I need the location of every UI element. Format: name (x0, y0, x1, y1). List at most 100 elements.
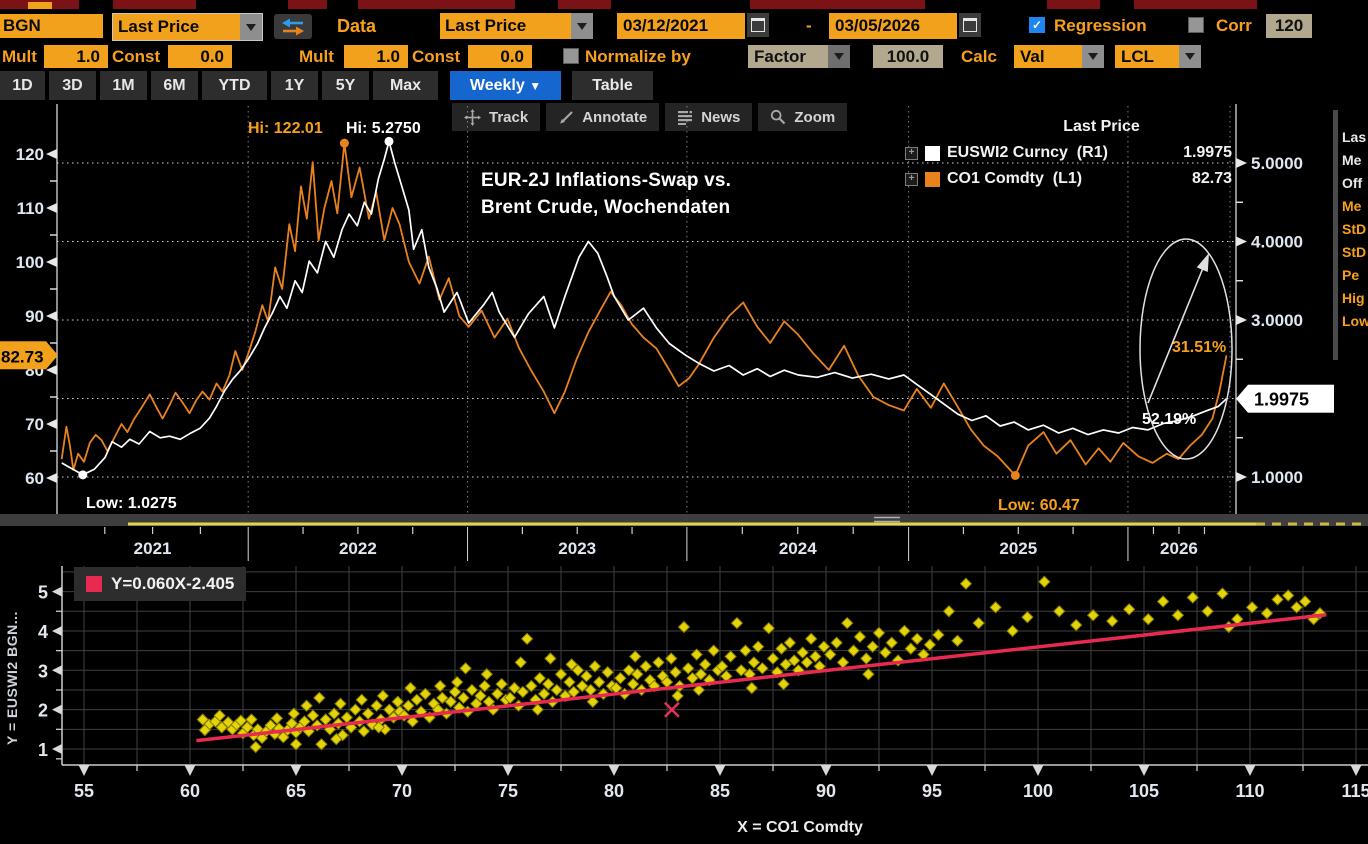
const2-label: Const (412, 47, 461, 66)
regression-scatter-chart[interactable]: 1234555 60 65 70 75 80 85 90 95 100 105 110 115X = C… (0, 562, 1368, 844)
chevron-down-icon: ▼ (529, 78, 542, 93)
low-marker-orange (1010, 470, 1020, 480)
regression-checkbox[interactable]: ✓ (1029, 17, 1045, 33)
scatter-y-label: 1 (38, 740, 48, 760)
date-to-field[interactable]: 03/05/2026 (829, 13, 957, 39)
right-tick-label: 5.0000 (1251, 154, 1303, 173)
low-annotation-white: Low: 1.0275 (86, 495, 177, 512)
tab-5y[interactable]: 5Y (322, 71, 369, 100)
date-range-dash: - (806, 16, 812, 35)
scatter-point (707, 644, 720, 657)
normalize-label: Normalize by (585, 47, 691, 66)
arrow-annotation[interactable] (1147, 267, 1204, 404)
left-tick-label: 120 (16, 145, 44, 164)
tab-1d[interactable]: 1D (0, 71, 45, 100)
stat-label: Me (1342, 152, 1362, 168)
right-tick-label: 4.0000 (1251, 233, 1303, 252)
expand-icon[interactable]: + (905, 172, 918, 186)
scatter-x-label: 80 (604, 781, 624, 801)
scatter-point (450, 675, 464, 689)
scatter-x-label: 70 (392, 781, 412, 801)
corr-checkbox[interactable] (1188, 17, 1204, 33)
chevron-down-icon[interactable] (240, 14, 262, 40)
mult1-field[interactable]: 1.0 (44, 45, 108, 68)
tab-1m[interactable]: 1M (100, 71, 147, 100)
stat-label: Low (1342, 313, 1368, 329)
right-axis-tag-arrow (1236, 384, 1248, 413)
scatter-y-label: 3 (38, 661, 48, 681)
factor-value-field[interactable]: 100.0 (873, 45, 943, 68)
tab-ytd[interactable]: YTD (202, 71, 267, 100)
date-from-field[interactable]: 03/12/2021 (617, 13, 745, 39)
left-tick-arrow (46, 257, 57, 267)
normalize-factor-select[interactable]: Factor (748, 45, 850, 68)
left-tick-arrow (46, 419, 57, 429)
tab-weekly-active[interactable]: Weekly ▼ (450, 71, 561, 100)
scatter-y-label: 5 (38, 583, 48, 603)
tab-6m[interactable]: 6M (151, 71, 198, 100)
scatter-point (404, 681, 417, 695)
scatter-x-tick (78, 765, 90, 776)
scatter-point (910, 632, 924, 646)
normalize-checkbox[interactable] (563, 48, 579, 64)
price-type-select-2[interactable]: Last Price (440, 13, 593, 39)
const1-field[interactable]: 0.0 (168, 45, 232, 68)
scatter-point (533, 671, 547, 685)
price-type-select-1[interactable]: Last Price (112, 13, 263, 41)
security-toolbar: BGN Last Price Data Last Price 03/12/202… (0, 9, 1368, 43)
calendar-icon[interactable] (747, 13, 769, 37)
corr-window-field[interactable]: 120 (1266, 14, 1312, 38)
top-strip-marker (28, 2, 52, 9)
scatter-point (514, 656, 527, 669)
series-last-value: 1.9975 (1183, 144, 1232, 161)
stat-label: Hig (1342, 290, 1365, 306)
legend-row[interactable]: + CO1 Comdty (L1) 82.73 (905, 166, 1238, 192)
tab-max[interactable]: Max (373, 71, 438, 100)
scatter-x-label: 55 (74, 781, 94, 801)
top-edge-strip (0, 0, 1368, 9)
chevron-down-icon[interactable] (828, 45, 850, 68)
scatter-x-tick (820, 765, 832, 776)
ticker-source-field[interactable]: BGN (0, 14, 103, 38)
scatter-y-tick (52, 744, 62, 754)
legend-row[interactable]: + EUSWI2 Curncy (R1) 1.9975 (905, 140, 1238, 166)
chevron-down-icon[interactable] (571, 13, 593, 39)
left-tick-arrow (46, 311, 57, 321)
scatter-x-label: 75 (498, 781, 518, 801)
scatter-point (885, 636, 898, 649)
scatter-point (800, 656, 814, 669)
stat-label: Off (1342, 175, 1363, 191)
expand-icon[interactable]: + (905, 146, 918, 160)
mult2-field[interactable]: 1.0 (344, 45, 408, 68)
tab-1y[interactable]: 1Y (271, 71, 318, 100)
arrow-head (1196, 253, 1209, 272)
year-label: 2025 (999, 539, 1037, 558)
lcl-select[interactable]: LCL (1115, 45, 1201, 68)
scatter-x-tick (396, 765, 408, 776)
stat-label: Las (1342, 129, 1367, 145)
calc-select[interactable]: Val (1014, 45, 1104, 68)
year-label: 2026 (1160, 539, 1198, 558)
mult2-label: Mult (299, 47, 334, 66)
top-strip-box (611, 0, 750, 9)
left-tick-arrow (46, 149, 57, 159)
scatter-point (796, 646, 809, 659)
swap-axes-button[interactable] (274, 14, 312, 39)
right-tick-label: 1.0000 (1251, 468, 1303, 487)
chevron-down-icon[interactable] (1082, 45, 1104, 68)
tab-table[interactable]: Table (572, 71, 653, 100)
scatter-point (1021, 610, 1034, 624)
tab-3d[interactable]: 3D (49, 71, 96, 100)
stat-label: StD (1342, 221, 1367, 237)
scatter-x-tick (926, 765, 938, 776)
scatter-point (724, 650, 737, 663)
params-toolbar: Mult 1.0 Const 0.0 Mult 1.0 Const 0.0 No… (0, 43, 1368, 71)
hi-marker-white (384, 136, 394, 146)
calendar-icon[interactable] (959, 13, 981, 37)
scatter-x-label: 90 (816, 781, 836, 801)
scatter-point (777, 677, 790, 691)
scatter-xlabel: X = CO1 Comdty (737, 819, 863, 836)
const2-field[interactable]: 0.0 (468, 45, 532, 68)
left-tick-label: 70 (25, 415, 44, 434)
chevron-down-icon[interactable] (1179, 45, 1201, 68)
